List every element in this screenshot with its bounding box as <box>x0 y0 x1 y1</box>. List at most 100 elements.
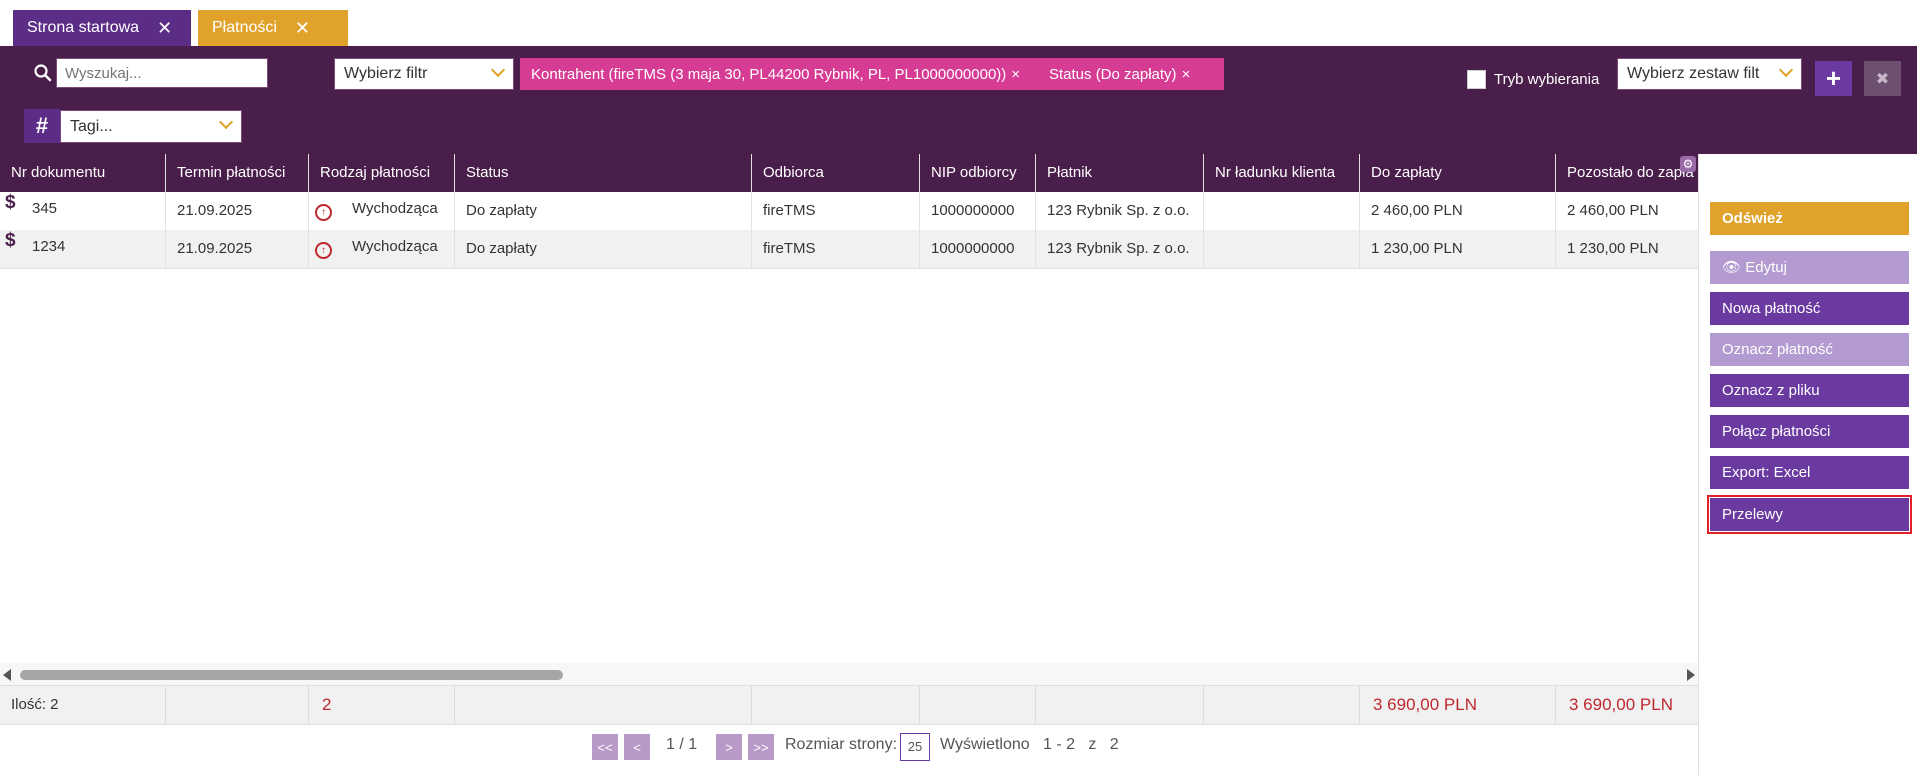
tab-home[interactable]: Strona startowa ✕ <box>13 10 191 46</box>
cell-ladunek <box>1204 192 1215 230</box>
filter-select[interactable]: Wybierz filtr <box>334 58 514 90</box>
column-header-odbiorca[interactable]: Odbiorca <box>752 154 919 192</box>
column-header-pozostalo[interactable]: Pozostało do zapła ... <box>1556 154 1698 192</box>
column-header-nip[interactable]: NIP odbiorcy <box>920 154 1035 192</box>
search-input[interactable] <box>56 58 268 88</box>
column-divider <box>751 154 752 268</box>
close-icon[interactable]: ✕ <box>157 18 172 39</box>
cell-nip: 1000000000 <box>931 202 1015 219</box>
eye-icon: 👁 <box>1722 259 1742 276</box>
mark-from-file-button[interactable]: Oznacz z pliku <box>1710 374 1909 407</box>
cell-do-zaplaty: 2 460,00 PLN <box>1371 202 1463 219</box>
transfers-button[interactable]: Przelewy <box>1707 495 1912 534</box>
prev-page-button[interactable]: < <box>624 734 650 760</box>
dollar-icon: $ <box>5 192 16 213</box>
export-excel-button[interactable]: Export: Excel <box>1710 456 1909 489</box>
page-indicator: 1 / 1 <box>666 736 698 753</box>
grid-header: Nr dokumentu Termin płatności Rodzaj pła… <box>0 154 1698 192</box>
hash-icon: # <box>24 109 60 143</box>
delete-filter-set-button[interactable]: ✖ <box>1864 61 1901 96</box>
tab-payments[interactable]: Płatności ✕ <box>198 10 348 46</box>
column-header-status[interactable]: Status <box>455 154 751 192</box>
search-box <box>26 58 268 90</box>
column-header-rodzaj[interactable]: Rodzaj płatności <box>309 154 454 192</box>
filter-chip-status[interactable]: Status (Do zapłaty) × <box>1038 58 1224 90</box>
chevron-down-icon <box>218 114 234 130</box>
filter-chip-label: Status (Do zapłaty) <box>1049 65 1177 83</box>
cell-do-zaplaty: 1 230,00 PLN <box>1371 240 1463 257</box>
table-row[interactable]: $ 345 21.09.2025 ↑ Wychodząca Do zapłaty… <box>0 192 1698 231</box>
next-page-button[interactable]: > <box>716 734 742 760</box>
cell-platnik: 123 Rybnik Sp. z o.o. <box>1047 240 1190 257</box>
mark-payment-button[interactable]: Oznacz płatność <box>1710 333 1909 366</box>
column-divider <box>165 154 166 268</box>
tab-bar: Strona startowa ✕ Płatności ✕ <box>0 0 1917 46</box>
footer-count-value: 2 <box>322 695 332 714</box>
cell-pozostalo: 2 460,00 PLN <box>1567 202 1659 219</box>
selection-mode[interactable]: Tryb wybierania <box>1467 70 1599 89</box>
column-divider <box>308 154 309 268</box>
cell-nr: 1234 <box>32 238 66 255</box>
gear-icon[interactable]: ⚙ <box>1680 156 1696 172</box>
tab-home-label: Strona startowa <box>27 19 140 36</box>
filter-set-select-value: Wybierz zestaw filt <box>1627 65 1760 82</box>
shown-range: Wyświetlono 1 - 2 z 2 <box>940 736 1119 753</box>
cell-ladunek <box>1204 230 1215 268</box>
cell-termin: 21.09.2025 <box>177 202 253 219</box>
footer-sum-do-zaplaty: 3 690,00 PLN <box>1373 695 1477 714</box>
search-icon <box>34 64 52 82</box>
filter-toolbar: Wybierz filtr Kontrahent (fireTMS (3 maj… <box>0 46 1917 154</box>
column-divider <box>1555 154 1556 268</box>
page-size-input[interactable]: 25 <box>900 733 930 761</box>
outgoing-arrow-icon: ↑ <box>315 242 332 259</box>
scroll-left-icon[interactable] <box>3 669 11 681</box>
chip-close-icon[interactable]: × <box>1011 66 1020 83</box>
selection-mode-label: Tryb wybierania <box>1494 71 1600 88</box>
footer-count-label: Ilość: 2 <box>11 696 59 713</box>
last-page-button[interactable]: >> <box>748 734 774 760</box>
chip-close-icon[interactable]: × <box>1182 66 1191 83</box>
cell-status: Do zapłaty <box>466 240 537 257</box>
edit-button-label: Edytuj <box>1745 259 1787 276</box>
scrollbar-thumb[interactable] <box>20 670 563 680</box>
cell-status: Do zapłaty <box>466 202 537 219</box>
pagination: << < 1 / 1 > >> Rozmiar strony: 25 Wyświ… <box>0 732 1698 762</box>
cell-odbiorca: fireTMS <box>763 240 816 257</box>
column-header-nr[interactable]: Nr dokumentu <box>0 154 165 192</box>
horizontal-scrollbar[interactable] <box>0 663 1698 685</box>
column-divider <box>919 154 920 268</box>
tags-select[interactable]: Tagi... <box>60 110 242 143</box>
cell-termin: 21.09.2025 <box>177 240 253 257</box>
column-divider <box>1203 154 1204 268</box>
scroll-right-icon[interactable] <box>1687 669 1695 681</box>
tags-select-value: Tagi... <box>70 117 113 135</box>
column-header-termin[interactable]: Termin płatności <box>166 154 308 192</box>
column-header-platnik[interactable]: Płatnik <box>1036 154 1203 192</box>
column-divider <box>454 154 455 268</box>
column-header-do-zaplaty[interactable]: Do zapłaty <box>1360 154 1555 192</box>
filter-set-select[interactable]: Wybierz zestaw filt <box>1617 58 1802 90</box>
grid-footer: Ilość: 2 2 3 690,00 PLN 3 690,00 PLN <box>0 685 1698 725</box>
edit-button[interactable]: 👁 Edytuj <box>1710 251 1909 284</box>
cell-pozostalo: 1 230,00 PLN <box>1567 240 1659 257</box>
dollar-icon: $ <box>5 230 16 251</box>
selection-mode-checkbox[interactable] <box>1467 70 1486 89</box>
add-filter-set-button[interactable]: + <box>1815 61 1852 96</box>
cell-nr: 345 <box>32 200 58 217</box>
column-header-ladunek[interactable]: Nr ładunku klienta <box>1204 154 1359 192</box>
refresh-button[interactable]: Odśwież <box>1710 202 1909 235</box>
cell-rodzaj: Wychodząca <box>352 238 438 255</box>
new-payment-button[interactable]: Nowa płatność <box>1710 292 1909 325</box>
filter-chip-label: Kontrahent (fireTMS (3 maja 30, PL44200 … <box>531 65 1007 83</box>
close-icon[interactable]: ✕ <box>295 18 310 39</box>
filter-select-value: Wybierz filtr <box>344 65 428 82</box>
cell-rodzaj: Wychodząca <box>352 200 438 217</box>
chevron-down-icon <box>1778 62 1794 78</box>
first-page-button[interactable]: << <box>592 734 618 760</box>
column-divider <box>1359 154 1360 268</box>
filter-chip-contractor[interactable]: Kontrahent (fireTMS (3 maja 30, PL44200 … <box>520 58 1056 90</box>
cell-platnik: 123 Rybnik Sp. z o.o. <box>1047 202 1190 219</box>
cell-nip: 1000000000 <box>931 240 1015 257</box>
merge-payments-button[interactable]: Połącz płatności <box>1710 415 1909 448</box>
table-row[interactable]: $ 1234 21.09.2025 ↑ Wychodząca Do zapłat… <box>0 230 1698 269</box>
